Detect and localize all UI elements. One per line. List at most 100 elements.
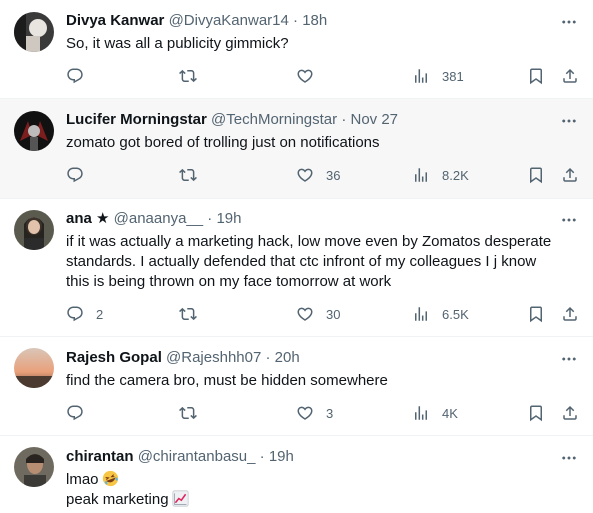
share-button[interactable] xyxy=(561,165,579,185)
user-handle[interactable]: @chirantanbasu_ xyxy=(138,448,256,465)
tweet[interactable]: ana ★ @anaanya__ · 19h if it was actuall… xyxy=(0,199,593,337)
timestamp[interactable]: 20h xyxy=(275,349,300,366)
separator-dot: · xyxy=(265,349,271,366)
views-button[interactable]: 381 xyxy=(412,66,464,86)
share-icon xyxy=(561,166,579,184)
bookmark-button[interactable] xyxy=(527,66,545,86)
avatar[interactable] xyxy=(14,210,54,250)
display-name[interactable]: ana ★ xyxy=(66,210,109,227)
user-handle[interactable]: @DivyaKanwar14 xyxy=(169,12,289,29)
like-count: 30 xyxy=(326,306,341,322)
more-icon[interactable] xyxy=(559,111,579,131)
separator-dot: · xyxy=(259,448,265,465)
display-name[interactable]: Lucifer Morningstar xyxy=(66,111,207,128)
more-icon[interactable] xyxy=(559,448,579,468)
avatar[interactable] xyxy=(14,12,54,52)
like-button[interactable] xyxy=(296,66,314,86)
avatar[interactable] xyxy=(14,447,54,487)
tweet[interactable]: Lucifer Morningstar @TechMorningstar · N… xyxy=(0,99,593,199)
timestamp[interactable]: 19h xyxy=(216,210,241,227)
reply-icon xyxy=(66,305,84,323)
timestamp[interactable]: 19h xyxy=(269,448,294,465)
tweet-actions: 36 8.2K xyxy=(66,165,579,185)
retweet-icon xyxy=(179,67,197,85)
separator-dot: · xyxy=(341,111,347,128)
views-icon xyxy=(412,67,430,85)
views-button[interactable]: 8.2K xyxy=(412,165,469,185)
like-icon xyxy=(296,67,314,85)
views-button[interactable]: 6.5K xyxy=(412,304,469,324)
retweet-icon xyxy=(179,166,197,184)
share-button[interactable] xyxy=(561,66,579,86)
bookmark-icon xyxy=(527,166,545,184)
share-icon xyxy=(561,404,579,422)
timestamp[interactable]: Nov 27 xyxy=(350,111,398,128)
views-icon xyxy=(412,305,430,323)
like-count: 3 xyxy=(326,405,334,421)
more-icon[interactable] xyxy=(559,12,579,32)
more-icon[interactable] xyxy=(559,210,579,230)
tweet-actions: 3 4K xyxy=(66,403,579,423)
tweet[interactable]: Rajesh Gopal @Rajeshhh07 · 20h find the … xyxy=(0,337,593,436)
views-icon xyxy=(412,404,430,422)
like-icon xyxy=(296,404,314,422)
tweet-text: lmao peak marketing xyxy=(66,470,575,510)
tweet-text-fragment: lmao xyxy=(66,471,99,488)
separator-dot: · xyxy=(207,210,213,227)
retweet-button[interactable] xyxy=(179,403,197,423)
tweet[interactable]: chirantan @chirantanbasu_ · 19h lmao pea… xyxy=(0,436,593,513)
tweet-text: zomato got bored of trolling just on not… xyxy=(66,133,575,153)
tweet[interactable]: Divya Kanwar @DivyaKanwar14 · 18h So, it… xyxy=(0,0,593,99)
tweet-text-line: this is being thrown on my face tomorrow… xyxy=(66,273,392,290)
like-button[interactable]: 30 xyxy=(296,304,340,324)
tweet-actions: 381 xyxy=(66,66,579,86)
reply-button[interactable]: 2 xyxy=(66,304,103,324)
tweet-header: Rajesh Gopal @Rajeshhh07 · 20h xyxy=(66,348,300,368)
share-icon xyxy=(561,305,579,323)
display-name[interactable]: Divya Kanwar xyxy=(66,12,164,29)
reply-button[interactable] xyxy=(66,403,84,423)
like-button[interactable]: 3 xyxy=(296,403,333,423)
tweet-text-line: zomato got bored of trolling just on not… xyxy=(66,134,380,151)
retweet-button[interactable] xyxy=(179,304,197,324)
reply-button[interactable] xyxy=(66,165,84,185)
retweet-button[interactable] xyxy=(179,165,197,185)
reply-icon xyxy=(66,67,84,85)
tweet-text: if it was actually a marketing hack, low… xyxy=(66,232,575,292)
display-name[interactable]: Rajesh Gopal xyxy=(66,349,162,366)
timestamp[interactable]: 18h xyxy=(302,12,327,29)
bookmark-button[interactable] xyxy=(527,304,545,324)
share-button[interactable] xyxy=(561,304,579,324)
tweet-text: find the camera bro, must be hidden some… xyxy=(66,371,575,391)
reply-icon xyxy=(66,404,84,422)
like-button[interactable]: 36 xyxy=(296,165,340,185)
views-button[interactable]: 4K xyxy=(412,403,458,423)
like-count: 36 xyxy=(326,167,341,183)
tweet-text: So, it was all a publicity gimmick? xyxy=(66,34,575,54)
user-handle[interactable]: @Rajeshhh07 xyxy=(166,349,261,366)
share-button[interactable] xyxy=(561,403,579,423)
more-icon[interactable] xyxy=(559,349,579,369)
views-count: 6.5K xyxy=(442,306,469,322)
like-icon xyxy=(296,166,314,184)
reply-button[interactable] xyxy=(66,66,84,86)
tweet-header: chirantan @chirantanbasu_ · 19h xyxy=(66,447,294,467)
views-count: 8.2K xyxy=(442,167,469,183)
tweet-actions: 2 30 6.5K xyxy=(66,304,579,324)
tweet-text-line: peak marketing xyxy=(66,490,575,510)
like-icon xyxy=(296,305,314,323)
rolling-laughing-emoji xyxy=(102,470,118,487)
display-name[interactable]: chirantan xyxy=(66,448,134,465)
bookmark-button[interactable] xyxy=(527,165,545,185)
separator-dot: · xyxy=(293,12,299,29)
user-handle[interactable]: @anaanya__ xyxy=(114,210,203,227)
bookmark-icon xyxy=(527,404,545,422)
tweet-text-fragment: peak marketing xyxy=(66,491,169,508)
bookmark-button[interactable] xyxy=(527,403,545,423)
user-handle[interactable]: @TechMorningstar xyxy=(211,111,337,128)
retweet-button[interactable] xyxy=(179,66,197,86)
bookmark-icon xyxy=(527,305,545,323)
tweet-text-line: So, it was all a publicity gimmick? xyxy=(66,35,289,52)
avatar[interactable] xyxy=(14,348,54,388)
avatar[interactable] xyxy=(14,111,54,151)
